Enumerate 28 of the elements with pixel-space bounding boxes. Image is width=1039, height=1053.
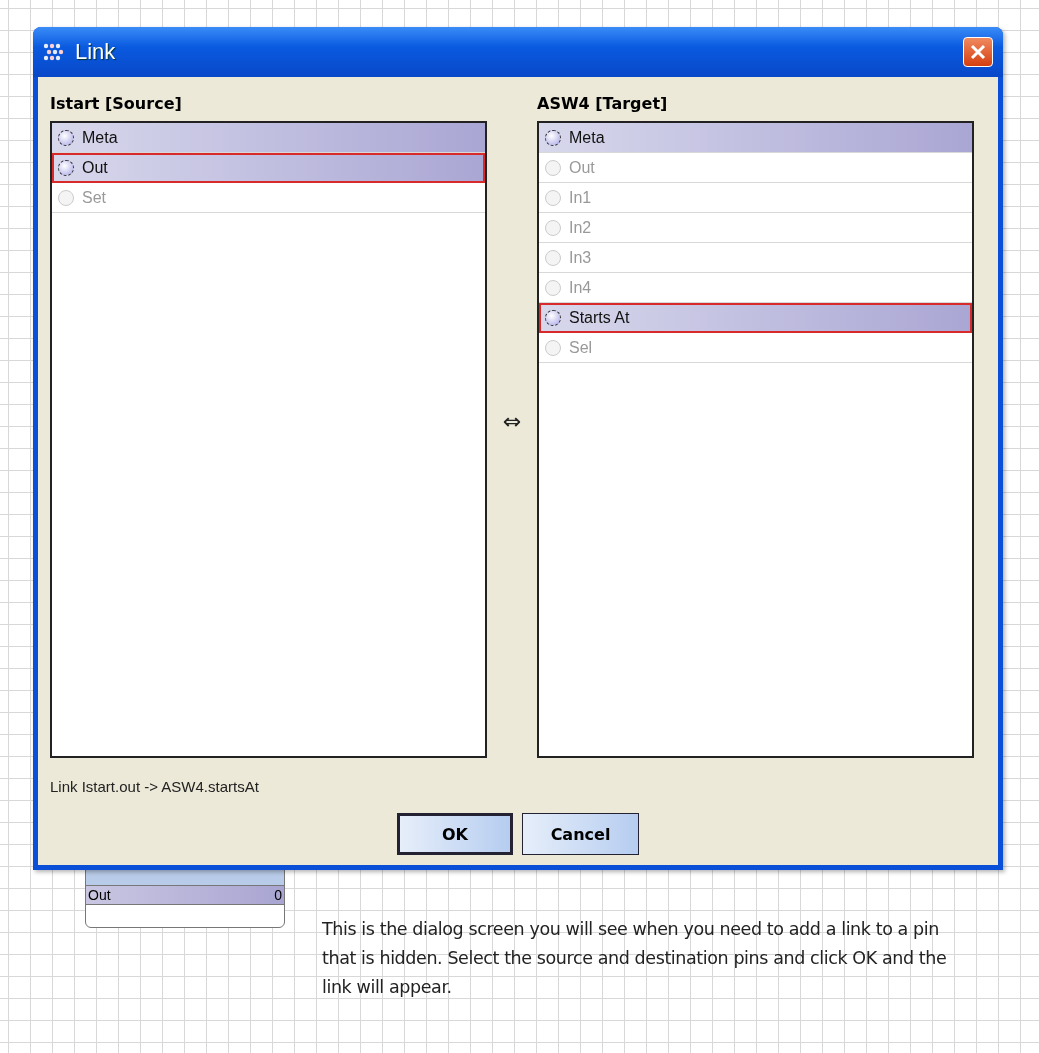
radio-icon	[545, 249, 561, 266]
pin-row[interactable]: Starts At	[539, 303, 972, 333]
dialog-button[interactable]: Cancel	[522, 813, 639, 855]
close-button[interactable]	[963, 37, 993, 67]
panel-heading: ASW4 [Target]	[537, 92, 669, 115]
panel-heading: Istart [Source]	[50, 92, 183, 115]
note-text: This is the dialog screen you will see when you need to add a link to a pin that is hidden. Select the source and destination pins and click OK and the link will appear.	[322, 918, 948, 999]
radio-icon	[545, 279, 561, 296]
swap-symbol: ⇔	[502, 409, 522, 434]
pin-row[interactable]: Meta	[539, 123, 972, 153]
dots-icon	[43, 43, 65, 61]
radio-icon	[545, 159, 561, 176]
radio-icon	[58, 189, 74, 206]
slot-value: 0	[274, 887, 282, 903]
radio-icon	[545, 219, 561, 236]
radio-icon	[58, 159, 74, 176]
status-text: Link Istart.out -> ASW4.startsAt	[50, 778, 260, 795]
slot-label: Out	[88, 887, 111, 903]
window-title: Link	[75, 39, 116, 65]
radio-icon	[545, 339, 561, 356]
radio-icon	[545, 129, 561, 146]
radio-icon	[545, 309, 561, 326]
dialog-button[interactable]: OK	[397, 813, 513, 855]
radio-icon	[58, 129, 74, 146]
pin-row[interactable]: Out	[52, 153, 485, 183]
pin-row[interactable]: Meta	[52, 123, 485, 153]
radio-icon	[545, 189, 561, 206]
close-icon	[969, 43, 987, 61]
